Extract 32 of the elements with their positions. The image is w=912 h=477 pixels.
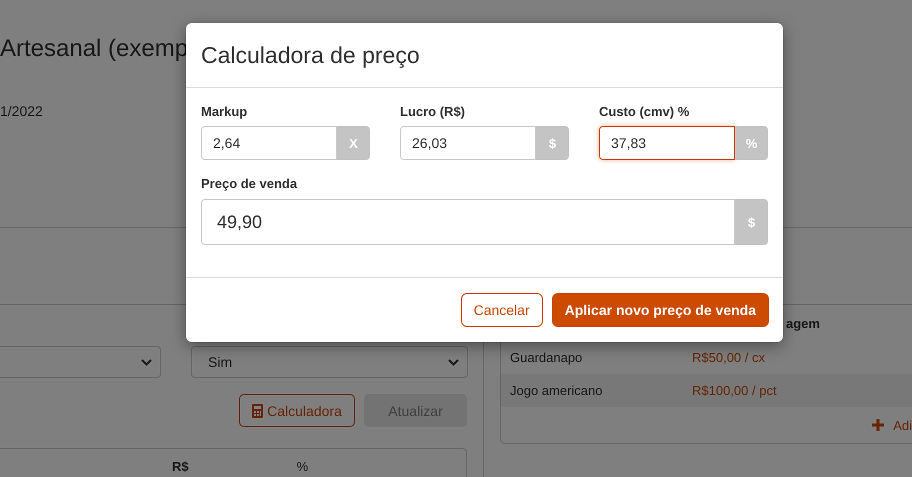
calculator-icon [252, 404, 264, 418]
cancel-button[interactable]: Cancelar [460, 293, 543, 327]
dialog-title: Calculadora de preço [201, 42, 420, 68]
input-field[interactable]: 2,64 [201, 126, 337, 160]
apply-button[interactable]: Aplicar novo preço de venda [552, 293, 769, 327]
plus-icon [872, 419, 884, 431]
chevron-icon [141, 358, 152, 366]
date-text: 1/2022 [0, 103, 43, 119]
column-header: agem [786, 316, 820, 330]
add-link[interactable]: Adi [872, 418, 912, 432]
unit-addon: X [337, 126, 370, 160]
table-cell-text: Guardanapo [509, 350, 584, 365]
field-label: Lucro (R$) [400, 104, 465, 119]
chevron-icon [448, 358, 459, 366]
unit-addon: $ [735, 199, 768, 245]
unit-addon: $ [536, 126, 569, 160]
dropdown[interactable] [0, 346, 161, 378]
input-field[interactable]: 37,83 [599, 126, 735, 160]
table-cell-text: Jogo americano [509, 383, 604, 398]
page-title: Artesanal (exemp [0, 34, 188, 63]
table-cell: R$50,00 / cx [692, 350, 765, 365]
field-label: Markup [201, 104, 248, 119]
input-field[interactable]: 26,03 [400, 126, 536, 160]
unit-addon: % [735, 126, 768, 160]
field-label: Custo (cmv) % [599, 104, 690, 119]
field-label: Preço de venda [201, 176, 298, 191]
input-field[interactable]: 49,90 [201, 199, 735, 245]
table-cell: R$100,00 / pct [692, 383, 777, 398]
dropdown[interactable]: Sim [191, 346, 468, 378]
column-header: % [296, 459, 308, 476]
column-header: R$ [172, 459, 189, 476]
calculator-button[interactable]: Calculadora [239, 394, 355, 427]
